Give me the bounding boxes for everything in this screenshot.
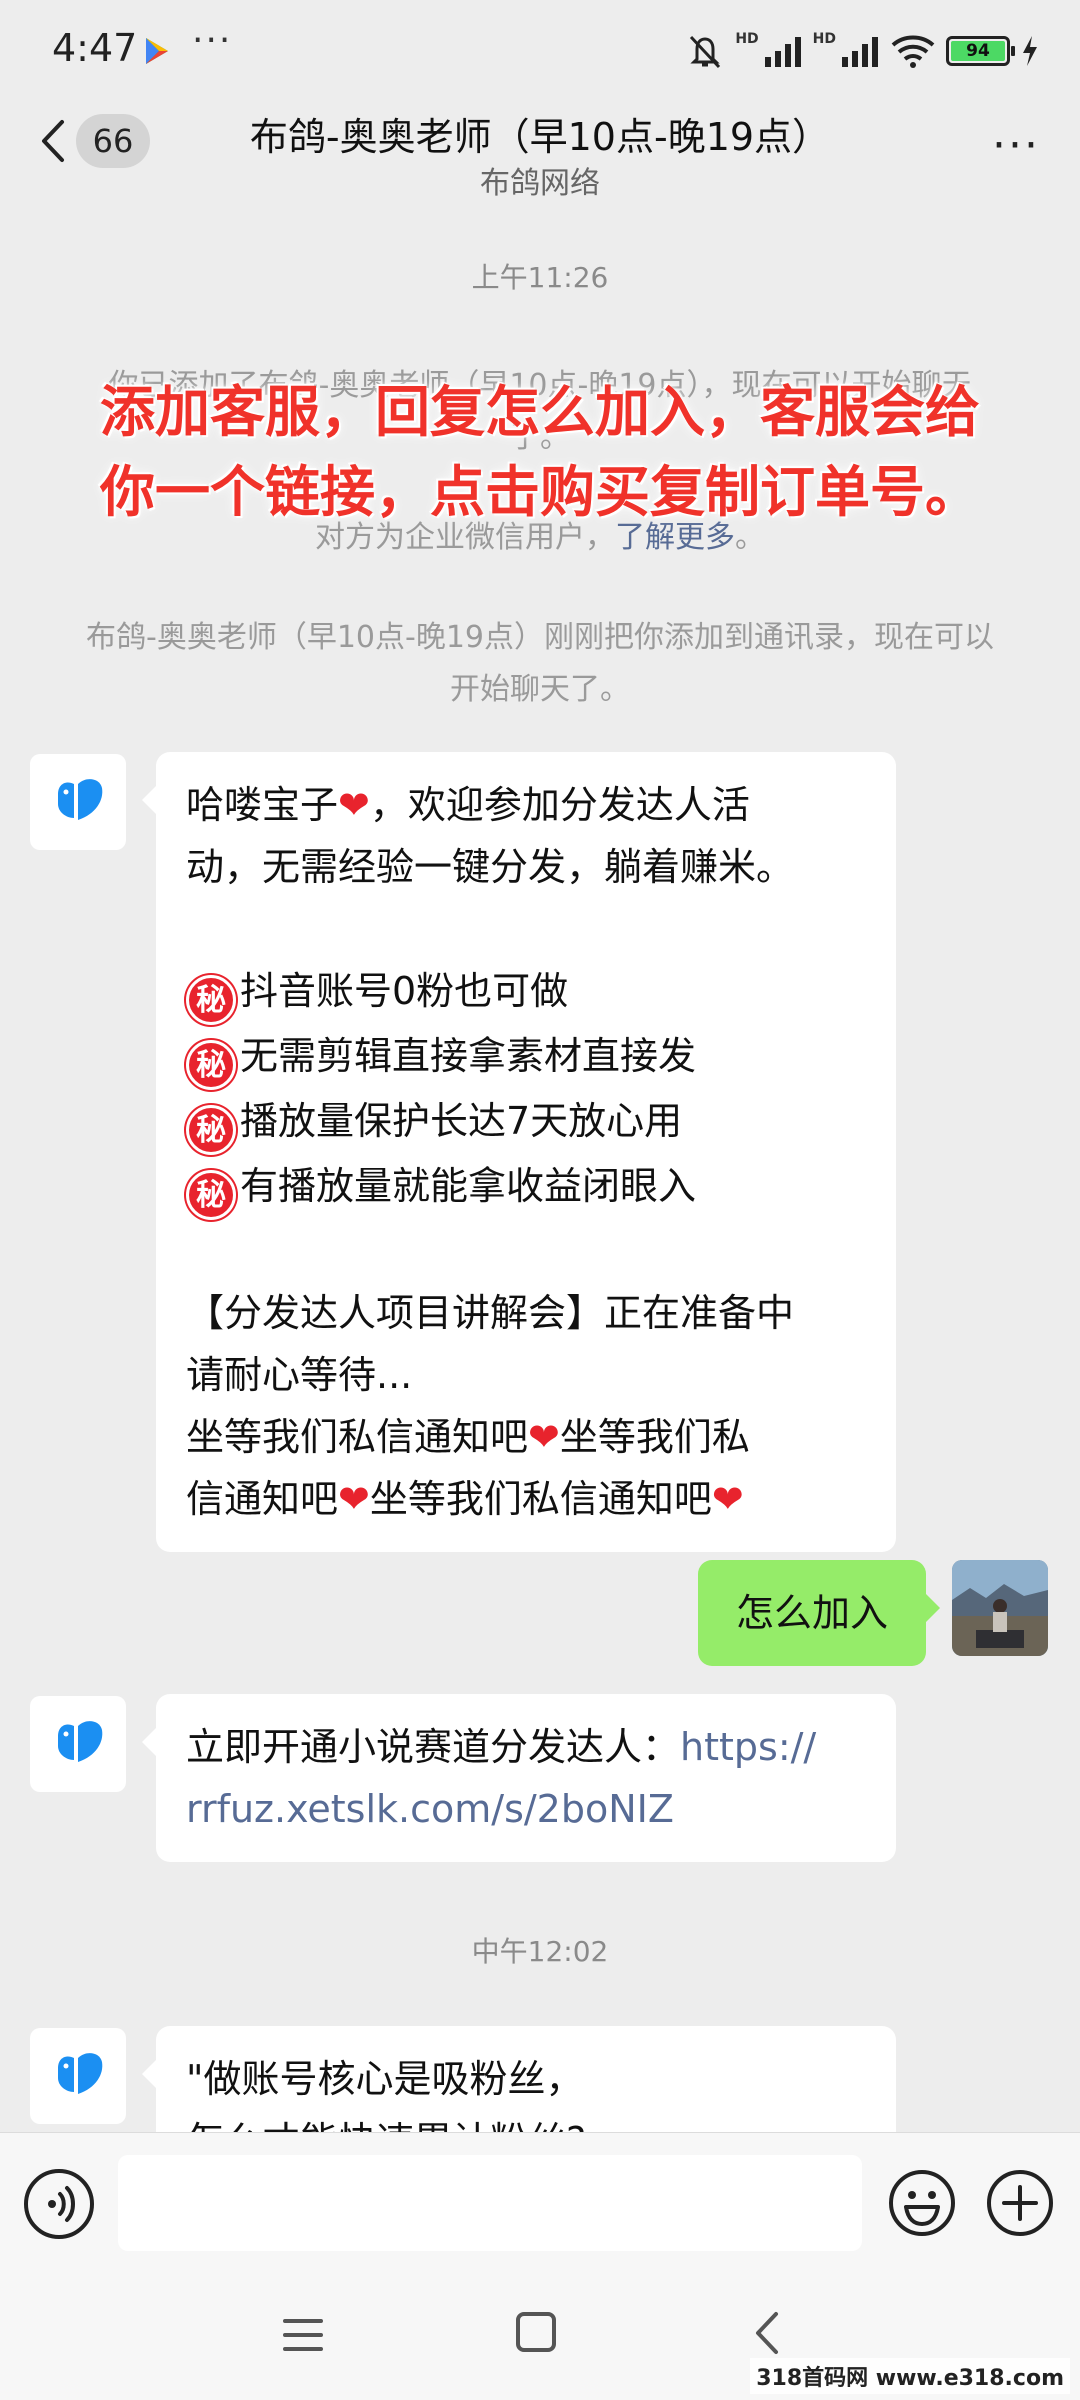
msg-text: 哈喽宝子: [186, 783, 339, 827]
voice-wave-icon: [48, 2186, 75, 2222]
msg-text: 抖音账号0粉也可做: [240, 969, 569, 1013]
msg-text: 怎么加入: [735, 1591, 888, 1635]
signup-link[interactable]: https://: [680, 1725, 816, 1769]
timestamp: 中午12:02: [471, 1935, 609, 1968]
chat-title: 布鸽-奥奥老师（早10点-晚19点）: [249, 115, 831, 159]
message-bubble-mine[interactable]: 怎么加入: [698, 1560, 940, 1666]
battery-level: 94: [951, 41, 1005, 61]
msg-text: 播放量保护长达7天放心用: [240, 1099, 683, 1143]
more-options-icon[interactable]: ···: [992, 120, 1040, 171]
msg-text: ，欢迎参加分发达人活: [369, 783, 750, 827]
msg-text: 坐等我们私: [559, 1415, 750, 1459]
msg-text: 有播放量就能拿收益闭眼入: [240, 1164, 697, 1208]
secret-badge-icon: 秘: [186, 1170, 236, 1220]
msg-blank-line: [186, 1220, 866, 1282]
landscape-photo-icon: [952, 1560, 1048, 1656]
bell-muted-icon: [690, 35, 721, 69]
msg-bullet: 秘无需剪辑直接拿素材直接发: [186, 1025, 866, 1090]
voice-input-button[interactable]: [24, 2169, 94, 2239]
plus-icon[interactable]: [984, 2167, 1056, 2239]
signal-icon-2: [842, 37, 878, 67]
sender-avatar[interactable]: [30, 2028, 126, 2124]
signup-link-cont[interactable]: rrfuz.xetslk.com/s/2boNIZ: [186, 1778, 866, 1840]
input-bar: [0, 2132, 1080, 2272]
msg-text: 信通知吧: [186, 1477, 339, 1521]
status-more-icon: ···: [192, 20, 233, 61]
msg-line: "做账号核心是吸粉丝，: [186, 2057, 584, 2101]
bird-logo-icon: [58, 779, 103, 820]
my-avatar[interactable]: [952, 1560, 1048, 1656]
msg-bullet: 秘有播放量就能拿收益闭眼入: [186, 1155, 866, 1220]
heart-icon: ❤: [338, 1477, 370, 1521]
secret-badge-icon: 秘: [186, 1040, 236, 1090]
msg-blank-line: [186, 898, 866, 960]
status-indicators: HD HD 94: [685, 28, 1040, 74]
overlay-instruction: 添加客服，回复怎么加入，客服会给你一个链接，点击购买复制订单号。: [100, 380, 981, 524]
home-button[interactable]: [516, 2312, 556, 2352]
hd-label: HD: [735, 31, 759, 47]
msg-text: 坐等我们私信通知吧: [186, 1415, 529, 1459]
heart-icon: ❤: [338, 783, 370, 827]
message-bubble-tips[interactable]: "做账号核心是吸粉丝， 怎么才能快速累计粉丝?: [142, 2026, 896, 2132]
msg-line: 立即开通小说赛道分发达人：https://: [186, 1716, 866, 1778]
secret-badge-icon: 秘: [186, 975, 236, 1025]
watermark: 318首码网 www.e318.com: [750, 2358, 1070, 2394]
sender-avatar[interactable]: [30, 754, 126, 850]
chat-header: 66 布鸽-奥奥老师（早10点-晚19点） 布鸽网络 ···: [0, 100, 1080, 201]
bird-logo-icon: [58, 2053, 103, 2094]
heart-icon: ❤: [711, 1477, 744, 1521]
system-nav-bar: 318首码网 www.e318.com: [0, 2272, 1080, 2400]
emoji-icon[interactable]: [886, 2167, 958, 2239]
msg-line: 【分发达人项目讲解会】正在准备中: [186, 1291, 795, 1335]
message-bubble-welcome[interactable]: 哈喽宝子❤，欢迎参加分发达人活 动，无需经验一键分发，躺着赚米。 秘抖音账号0粉…: [142, 752, 896, 1552]
status-time: 4:47: [52, 26, 138, 70]
msg-text: 立即开通小说赛道分发达人：: [186, 1725, 681, 1769]
hd-label-2: HD: [812, 31, 836, 47]
msg-line: 请耐心等待...: [186, 1353, 413, 1397]
battery-icon: 94: [946, 36, 1015, 66]
sender-avatar[interactable]: [30, 1696, 126, 1792]
msg-line: 信通知吧❤坐等我们私信通知吧❤: [186, 1468, 866, 1530]
heart-icon: ❤: [528, 1415, 560, 1459]
signal-icon: [764, 37, 801, 67]
msg-line: 坐等我们私信通知吧❤坐等我们私: [186, 1406, 866, 1468]
message-input[interactable]: [118, 2155, 862, 2251]
msg-line: 哈喽宝子❤，欢迎参加分发达人活: [186, 774, 866, 836]
message-bubble-link[interactable]: 立即开通小说赛道分发达人：https:// rrfuz.xetslk.com/s…: [142, 1694, 896, 1862]
play-store-icon: [146, 38, 168, 64]
status-bar: 4:47 ··· HD HD 94: [0, 0, 1080, 100]
message-clip: "做账号核心是吸粉丝， 怎么才能快速累计粉丝?: [0, 2010, 1080, 2132]
msg-text: 坐等我们私信通知吧: [369, 1477, 712, 1521]
recent-apps-icon[interactable]: [282, 2316, 324, 2354]
msg-line: 怎么才能快速累计粉丝?: [186, 2110, 866, 2132]
msg-bullet: 秘抖音账号0粉也可做: [186, 960, 866, 1025]
timestamp: 上午11:26: [471, 261, 609, 294]
nav-back-icon[interactable]: [752, 2310, 782, 2356]
bird-logo-icon: [58, 1721, 103, 1762]
wifi-icon: [891, 35, 935, 68]
system-message-contact: 布鸽-奥奥老师（早10点-晚19点）刚刚把你添加到通讯录，现在可以开始聊天了。: [86, 620, 994, 707]
msg-bullet: 秘播放量保护长达7天放心用: [186, 1090, 866, 1155]
msg-text: 无需剪辑直接拿素材直接发: [240, 1034, 697, 1078]
secret-badge-icon: 秘: [186, 1105, 236, 1155]
charging-icon: [1023, 36, 1037, 66]
msg-line: 动，无需经验一键分发，躺着赚米。: [186, 845, 795, 889]
chat-subtitle: 布鸽网络: [480, 166, 600, 201]
